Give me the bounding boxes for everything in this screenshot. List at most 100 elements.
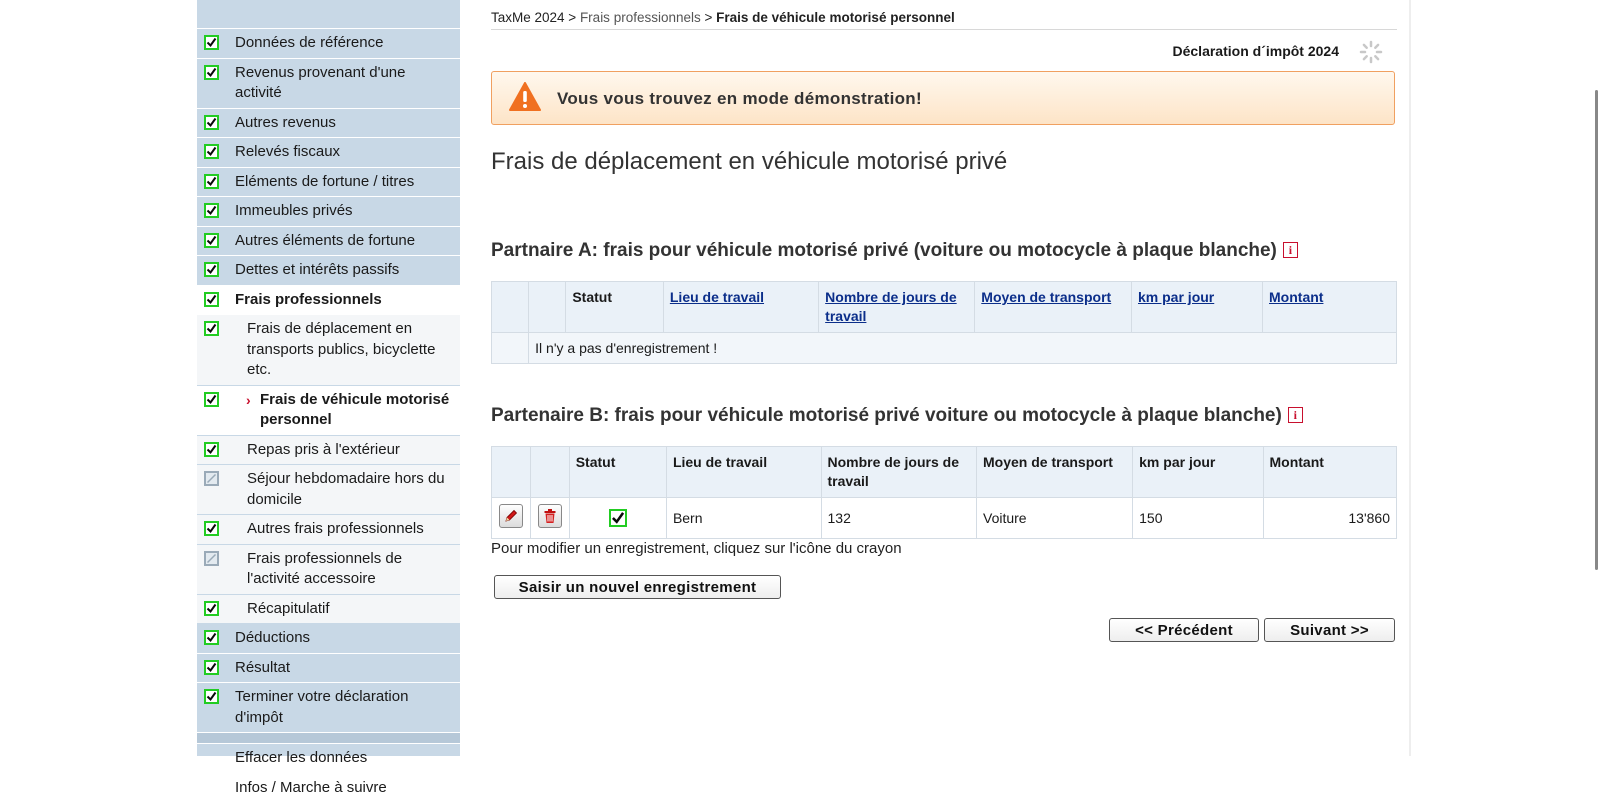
sidebar-item-label: Relevés fiscaux	[235, 143, 340, 160]
page-border	[1409, 0, 1411, 756]
partner-a-table: Statut Lieu de travail Nombre de jours d…	[491, 281, 1397, 364]
sidebar-item-resultat[interactable]: Résultat	[197, 654, 460, 684]
spinner-icon	[1359, 40, 1383, 64]
edit-button[interactable]	[499, 504, 523, 528]
scrollbar-thumb[interactable]	[1595, 90, 1598, 570]
breadcrumb-separator: >	[565, 10, 580, 25]
checkbox-checked-icon	[204, 321, 219, 336]
sidebar-item-label: Résultat	[235, 659, 290, 676]
sort-link-moyen[interactable]: Moyen de transport	[981, 289, 1111, 305]
sidebar-item-donnees-reference[interactable]: Données de référence	[197, 29, 460, 59]
current-arrow-icon: ›	[246, 390, 251, 411]
sidebar-subitem-transports-publics[interactable]: Frais de déplacement en transports publi…	[197, 315, 460, 386]
sidebar-item-deductions[interactable]: Déductions	[197, 624, 460, 654]
checkbox-checked-icon	[204, 442, 219, 457]
column-header-lieu: Lieu de travail	[663, 282, 818, 333]
sidebar-subitem-recapitulatif[interactable]: Récapitulatif	[197, 595, 460, 625]
sidebar-nav: Données de référence Revenus provenant d…	[197, 0, 460, 756]
cell-lieu: Bern	[666, 498, 821, 539]
checkbox-checked-icon	[204, 660, 219, 675]
sidebar-item-label: Autres éléments de fortune	[235, 232, 415, 249]
partner-a-heading: Partnaire A: frais pour véhicule motoris…	[491, 240, 1298, 262]
breadcrumb-current: Frais de véhicule motorisé personnel	[716, 10, 955, 25]
sidebar-item-elements-fortune[interactable]: Eléments de fortune / titres	[197, 168, 460, 198]
column-header-statut: Statut	[566, 282, 664, 333]
checkbox-checked-icon	[204, 233, 219, 248]
sidebar-item-autres-revenus[interactable]: Autres revenus	[197, 109, 460, 139]
sidebar-item-revenus-activite[interactable]: Revenus provenant d'une activité	[197, 59, 460, 109]
pencil-icon	[503, 508, 519, 524]
page-title: Frais de déplacement en véhicule motoris…	[491, 148, 1007, 176]
next-button[interactable]: Suivant >>	[1264, 618, 1395, 642]
sort-link-montant[interactable]: Montant	[1269, 289, 1323, 305]
sidebar-subitem-sejour-hebdomadaire[interactable]: Séjour hebdomadaire hors du domicile	[197, 465, 460, 515]
sidebar-item-label: Frais professionnels	[235, 291, 382, 308]
column-header-moyen: Moyen de transport	[977, 447, 1133, 498]
checkbox-disabled-icon	[204, 551, 219, 566]
sidebar-separator	[197, 733, 460, 744]
sidebar-subitem-repas-exterieur[interactable]: Repas pris à l'extérieur	[197, 436, 460, 466]
breadcrumb-middle[interactable]: Frais professionnels	[580, 10, 701, 25]
breadcrumb-root[interactable]: TaxMe 2024	[491, 10, 565, 25]
column-header-edit	[492, 282, 529, 333]
checkbox-checked-icon	[204, 203, 219, 218]
sidebar-item-label: Séjour hebdomadaire hors du domicile	[247, 470, 445, 508]
column-header-delete	[529, 282, 566, 333]
sidebar-item-label: Autres revenus	[235, 114, 336, 131]
column-header-montant: Montant	[1263, 447, 1397, 498]
info-icon[interactable]: i	[1288, 407, 1303, 423]
sidebar-item-frais-professionnels[interactable]: Frais professionnels	[197, 286, 460, 316]
column-header-edit	[492, 447, 531, 498]
sidebar-item-label: Récapitulatif	[247, 600, 330, 617]
sort-link-km[interactable]: km par jour	[1138, 289, 1214, 305]
column-header-jours: Nombre de jours de travail	[821, 447, 976, 498]
sidebar-item-dettes-interets[interactable]: Dettes et intérêts passifs	[197, 256, 460, 286]
sort-link-lieu[interactable]: Lieu de travail	[670, 289, 764, 305]
breadcrumb: TaxMe 2024 > Frais professionnels > Frai…	[491, 10, 955, 25]
sidebar-item-label: Frais de déplacement en transports publi…	[247, 320, 435, 378]
status-cell	[569, 498, 666, 539]
new-record-button[interactable]: Saisir un nouvel enregistrement	[494, 575, 781, 599]
edit-hint: Pour modifier un enregistrement, cliquez…	[491, 540, 902, 557]
sidebar-item-label: Frais professionnels de l'activité acces…	[247, 550, 402, 588]
checkbox-checked-icon	[204, 689, 219, 704]
sidebar-item-autres-elements-fortune[interactable]: Autres éléments de fortune	[197, 227, 460, 257]
checkbox-checked-icon	[204, 392, 219, 407]
sort-link-jours[interactable]: Nombre de jours de travail	[825, 289, 956, 324]
checkbox-checked-icon	[609, 509, 627, 527]
column-header-km: km par jour	[1132, 282, 1263, 333]
delete-button[interactable]	[538, 504, 562, 528]
cell-montant: 13'860	[1263, 498, 1397, 539]
cell-km: 150	[1133, 498, 1263, 539]
table-empty-row: Il n'y a pas d'enregistrement !	[492, 333, 1397, 364]
column-header-lieu: Lieu de travail	[666, 447, 821, 498]
table-header-row: Statut Lieu de travail Nombre de jours d…	[492, 282, 1397, 333]
column-header-statut: Statut	[569, 447, 666, 498]
checkbox-checked-icon	[204, 262, 219, 277]
checkbox-checked-icon	[204, 292, 219, 307]
checkbox-checked-icon	[204, 521, 219, 536]
cell-moyen: Voiture	[977, 498, 1133, 539]
sidebar-item-label: Eléments de fortune / titres	[235, 173, 414, 190]
checkbox-checked-icon	[204, 630, 219, 645]
sidebar-item-label: Frais de véhicule motorisé personnel	[260, 391, 449, 429]
checkbox-checked-icon	[204, 601, 219, 616]
partner-a-heading-text: Partnaire A: frais pour véhicule motoris…	[491, 240, 1277, 261]
sidebar-subitem-autres-frais[interactable]: Autres frais professionnels	[197, 515, 460, 545]
column-header-moyen: Moyen de transport	[975, 282, 1132, 333]
column-header-km: km par jour	[1133, 447, 1263, 498]
sidebar-item-immeubles-prives[interactable]: Immeubles privés	[197, 197, 460, 227]
sidebar-item-releves-fiscaux[interactable]: Relevés fiscaux	[197, 138, 460, 168]
warning-icon	[509, 82, 541, 112]
sidebar-subitem-activite-accessoire[interactable]: Frais professionnels de l'activité acces…	[197, 545, 460, 595]
sidebar-item-label: Autres frais professionnels	[247, 520, 424, 537]
previous-button[interactable]: << Précédent	[1109, 618, 1259, 642]
sidebar-item-terminer[interactable]: Terminer votre déclaration d'impôt	[197, 683, 460, 733]
empty-message: Il n'y a pas d'enregistrement !	[529, 333, 1397, 364]
sidebar-link-infos[interactable]: Infos / Marche à suivre	[197, 774, 460, 803]
sidebar-item-label: Revenus provenant d'une activité	[235, 64, 406, 102]
sidebar-subitem-vehicule-motorise[interactable]: › Frais de véhicule motorisé personnel	[197, 386, 460, 436]
sidebar-item-label: Dettes et intérêts passifs	[235, 261, 399, 278]
info-icon[interactable]: i	[1283, 242, 1298, 258]
sidebar-link-effacer-donnees[interactable]: Effacer les données	[197, 744, 460, 774]
